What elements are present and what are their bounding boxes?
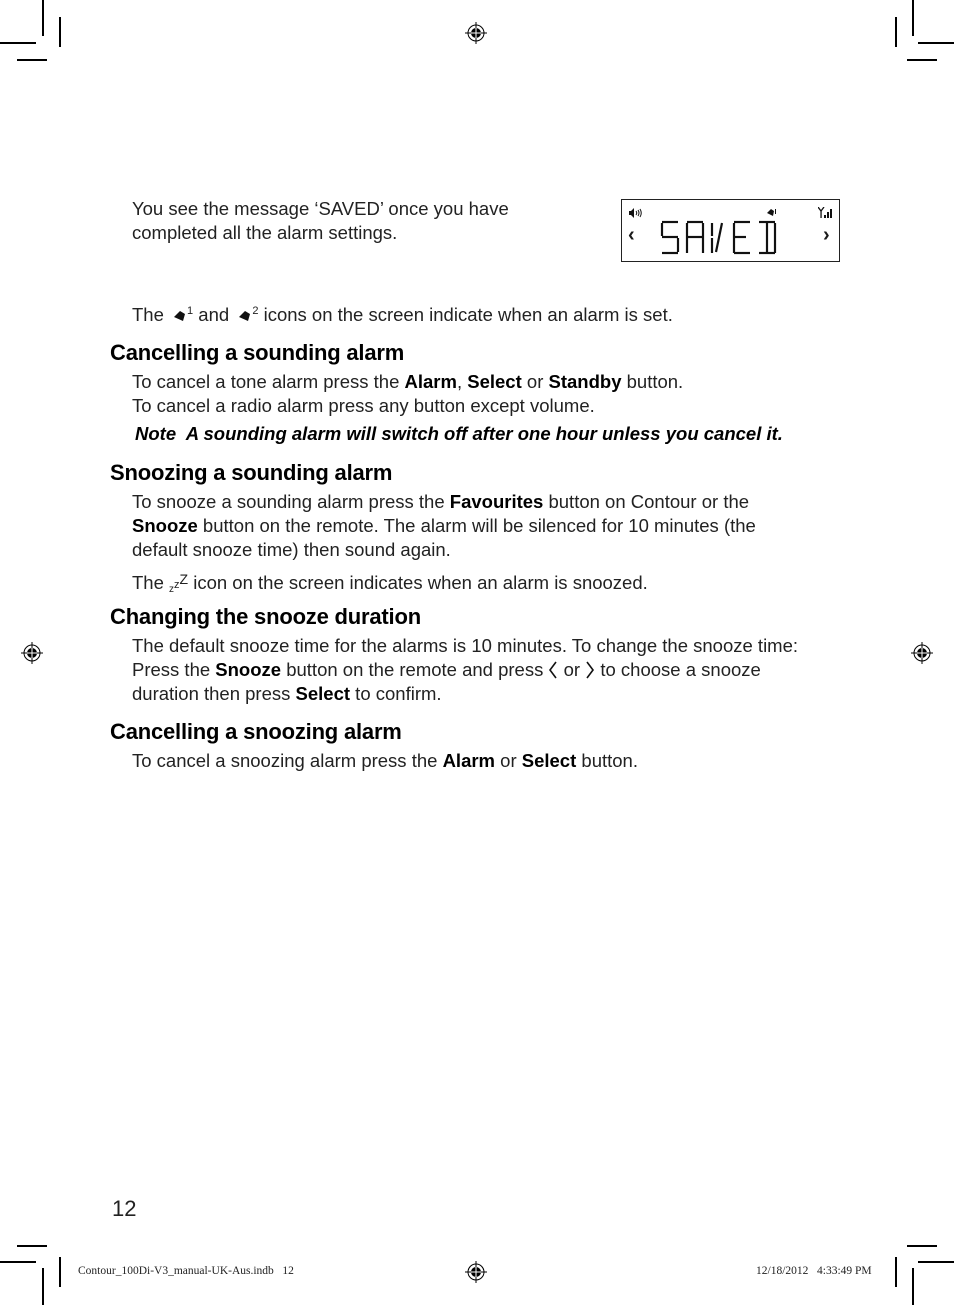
crop-mark xyxy=(0,42,36,44)
alarm-icon-1-label: 1 xyxy=(187,304,194,317)
button-name: Select xyxy=(521,750,577,771)
text: duration then press xyxy=(132,683,296,704)
crop-mark xyxy=(42,0,44,36)
crop-mark xyxy=(912,0,914,36)
text: The xyxy=(132,572,170,593)
text: Press the xyxy=(132,659,216,680)
text-line: duration then press Select to confirm. xyxy=(132,682,842,706)
alarm-icon-2-label: 2 xyxy=(252,304,259,317)
registration-mark-icon xyxy=(465,22,487,44)
icons-sentence-suffix: icons on the screen indicate when an ala… xyxy=(263,304,673,325)
lcd-left-arrow: ‹ xyxy=(628,224,635,246)
registration-mark-icon xyxy=(911,642,933,664)
crop-mark xyxy=(895,17,897,47)
print-slug-timestamp: 12/18/2012 4:33:49 PM xyxy=(756,1265,872,1277)
section-paragraph: The default snooze time for the alarms i… xyxy=(132,634,842,706)
lcd-right-arrow: › xyxy=(823,224,830,246)
crop-mark xyxy=(918,42,954,44)
text: or xyxy=(521,371,549,392)
text-line: To cancel a snoozing alarm press the Ala… xyxy=(132,749,842,773)
section-paragraph: To cancel a tone alarm press the Alarm, … xyxy=(132,370,842,418)
text: button on the remote and press xyxy=(281,659,549,680)
section-paragraph: To cancel a snoozing alarm press the Ala… xyxy=(132,749,842,773)
text: or xyxy=(558,659,586,680)
crop-mark xyxy=(912,1268,914,1305)
section-heading: Changing the snooze duration xyxy=(110,604,421,629)
crop-mark xyxy=(918,1261,954,1263)
icons-sentence-and: and xyxy=(198,304,230,325)
crop-mark xyxy=(59,17,61,47)
signal-strength-icon xyxy=(818,207,832,218)
saved-message-paragraph: You see the message ‘SAVED’ once you hav… xyxy=(132,197,552,245)
text: To snooze a sounding alarm press the xyxy=(132,491,450,512)
text: to confirm. xyxy=(350,683,442,704)
right-chevron-icon xyxy=(585,659,595,680)
crop-mark xyxy=(0,1261,36,1263)
lcd-saved-text xyxy=(660,220,777,255)
text-line: default snooze time) then sound again. xyxy=(132,539,451,560)
button-name: Alarm xyxy=(404,371,457,392)
section-heading: Cancelling a sounding alarm xyxy=(110,340,405,365)
button-name: Alarm xyxy=(442,750,496,771)
registration-mark-icon xyxy=(21,642,43,664)
button-name: Favourites xyxy=(449,491,544,512)
text-line: The default snooze time for the alarms i… xyxy=(132,635,799,656)
alarm-bell-1-icon xyxy=(767,209,776,216)
section-heading: Snoozing a sounding alarm xyxy=(110,460,393,485)
button-name: Standby xyxy=(548,371,622,392)
button-name: Snooze xyxy=(215,659,282,680)
text-line: To cancel a tone alarm press the Alarm, … xyxy=(132,370,842,394)
crop-mark xyxy=(17,59,47,61)
note-text: Note A sounding alarm will switch off af… xyxy=(135,423,783,444)
page-number: 12 xyxy=(112,1196,137,1221)
snooze-icon-sentence: The zzZ icon on the screen indicates whe… xyxy=(132,567,842,602)
text-line: To snooze a sounding alarm press the Fav… xyxy=(132,490,842,514)
button-name: Snooze xyxy=(132,515,198,536)
text: icon on the screen indicates when an ala… xyxy=(188,572,648,593)
text: , xyxy=(456,371,468,392)
text-line: To cancel a radio alarm press any button… xyxy=(132,395,595,416)
saved-message-line-2: completed all the alarm settings. xyxy=(132,222,398,243)
section-paragraph: To snooze a sounding alarm press the Fav… xyxy=(132,490,842,562)
registration-mark-icon xyxy=(465,1261,487,1283)
icons-sentence-prefix: The xyxy=(132,304,164,325)
text: To cancel a tone alarm press the xyxy=(132,371,405,392)
text: or xyxy=(495,750,522,771)
text: button. xyxy=(576,750,638,771)
text: to choose a snooze xyxy=(595,659,761,680)
crop-mark xyxy=(42,1268,44,1305)
text-line: Snooze button on the remote. The alarm w… xyxy=(132,514,842,538)
button-name: Select xyxy=(467,371,522,392)
left-chevron-icon xyxy=(548,659,558,680)
text: To cancel a snoozing alarm press the xyxy=(132,750,443,771)
text: button on the remote. The alarm will be … xyxy=(197,515,756,536)
alarm-bell-icon xyxy=(174,311,186,322)
saved-message-line-1: You see the message ‘SAVED’ once you hav… xyxy=(132,198,509,219)
volume-icon xyxy=(629,208,642,218)
lcd-display: ‹ › xyxy=(621,199,840,262)
alarm-bell-icon xyxy=(239,311,251,322)
crop-mark xyxy=(895,1257,897,1287)
button-name: Select xyxy=(295,683,351,704)
alarm-icons-sentence: The 1 and 2 icons on the screen indicate… xyxy=(132,303,673,327)
print-slug-file: Contour_100Di-V3_manual-UK-Aus.indb 12 xyxy=(78,1265,294,1277)
text-line: Press the Snooze button on the remote an… xyxy=(132,658,842,682)
text: button. xyxy=(621,371,684,392)
crop-mark xyxy=(17,1245,47,1247)
crop-mark xyxy=(907,1245,937,1247)
text: button on Contour or the xyxy=(543,491,750,512)
crop-mark xyxy=(59,1257,61,1287)
section-heading: Cancelling a snoozing alarm xyxy=(110,719,402,744)
snooze-zz-icon: zzZ xyxy=(169,571,189,595)
crop-mark xyxy=(907,59,937,61)
